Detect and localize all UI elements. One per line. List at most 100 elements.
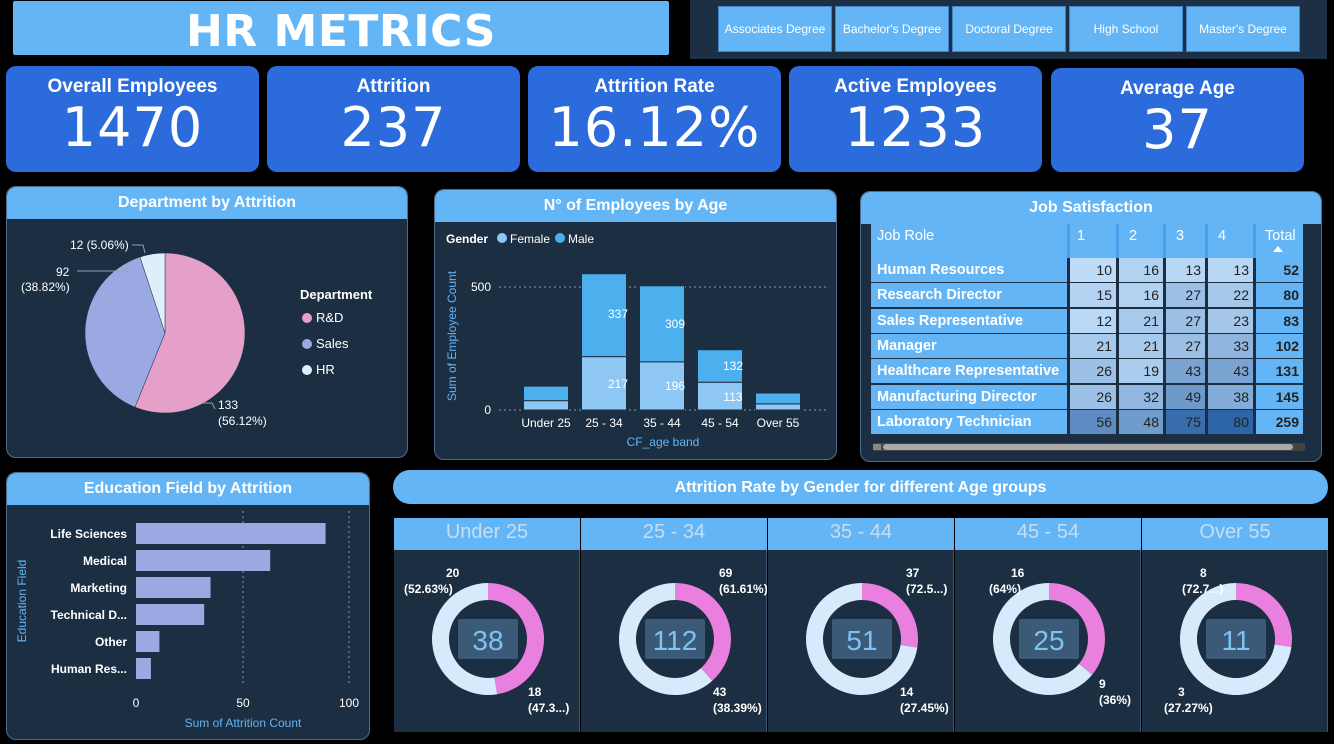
donut-total: 38 bbox=[472, 625, 503, 656]
age-group-donut-panel[interactable]: 51 37 (72.5...) 14 (27.45%) bbox=[768, 550, 954, 732]
cell-job-role: Manager bbox=[871, 333, 1067, 358]
cell-total: 52 bbox=[1256, 258, 1303, 282]
department-attrition-panel[interactable]: Department by Attrition 12 (5.06%) 92 (3… bbox=[6, 186, 408, 458]
donut-label-female-pct: (47.3...) bbox=[528, 701, 569, 715]
slicer-associates-degree[interactable]: Associates Degree bbox=[718, 6, 832, 52]
dashboard-title: HR METRICS bbox=[186, 6, 496, 57]
x-tick-label: 100 bbox=[339, 696, 359, 710]
kpi-attrition: Attrition 237 bbox=[267, 66, 520, 172]
bar-label-45-54-female: 113 bbox=[723, 390, 742, 404]
education-slicer: Associates Degree Bachelor's Degree Doct… bbox=[690, 0, 1327, 59]
bar-label-45-54-male: 132 bbox=[723, 359, 743, 373]
age-group-donut-panel[interactable]: 11 8 (72.7...) 3 (27.27%) bbox=[1142, 550, 1328, 732]
slicer-doctoral-degree[interactable]: Doctoral Degree bbox=[952, 6, 1066, 52]
column-header-total[interactable]: Total bbox=[1265, 224, 1303, 258]
bar-education-field[interactable] bbox=[136, 550, 271, 571]
column-header-1[interactable]: 1 bbox=[1077, 224, 1121, 258]
y-tick-label: Human Res... bbox=[51, 662, 127, 676]
cell-job-role: Human Resources bbox=[871, 258, 1067, 282]
panel-title: Attrition Rate by Gender for different A… bbox=[674, 479, 1047, 496]
y-tick-label: Other bbox=[95, 635, 127, 649]
slicer-masters-degree[interactable]: Master's Degree bbox=[1186, 6, 1300, 52]
table-row[interactable]: Sales Representative 12 21 27 23 83 bbox=[871, 308, 1303, 333]
age-group-header: Under 25 bbox=[394, 518, 580, 550]
slicer-high-school[interactable]: High School bbox=[1069, 6, 1183, 52]
kpi-label: Overall Employees bbox=[47, 76, 218, 97]
legend-swatch-female bbox=[497, 233, 507, 243]
y-tick-label: 500 bbox=[471, 280, 491, 294]
legend-item-rnd: R&D bbox=[316, 310, 343, 325]
donut-label-male-pct: (72.7...) bbox=[1182, 582, 1223, 596]
legend-swatch-hr bbox=[302, 365, 312, 375]
cell-total: 131 bbox=[1256, 359, 1303, 384]
cell-job-role: Manufacturing Director bbox=[871, 384, 1067, 409]
legend-item-sales: Sales bbox=[316, 336, 349, 351]
leader-line bbox=[132, 244, 146, 254]
scrollbar-thumb[interactable] bbox=[883, 444, 1293, 450]
age-group-donut-panel[interactable]: 25 16 (64%) 9 (36%) bbox=[955, 550, 1141, 732]
cell-satisfaction-count: 23 bbox=[1208, 308, 1253, 333]
column-header-3[interactable]: 3 bbox=[1176, 224, 1216, 258]
horizontal-scrollbar[interactable] bbox=[873, 443, 1305, 451]
bar-education-field[interactable] bbox=[136, 604, 205, 625]
table-row[interactable]: Manager 21 21 27 33 102 bbox=[871, 333, 1303, 358]
table-row[interactable]: Research Director 15 16 27 22 80 bbox=[871, 283, 1303, 308]
cell-satisfaction-count: 26 bbox=[1070, 384, 1116, 409]
kpi-label: Active Employees bbox=[834, 76, 997, 97]
column-header-2[interactable]: 2 bbox=[1129, 224, 1173, 258]
column-header-job-role[interactable]: Job Role bbox=[877, 224, 1065, 258]
x-tick-label: 35 - 44 bbox=[643, 416, 681, 430]
cell-satisfaction-count: 75 bbox=[1166, 409, 1205, 434]
age-group-donut-panel[interactable]: 112 69 (61.61%) 43 (38.39%) bbox=[581, 550, 767, 732]
kpi-label: Attrition bbox=[356, 76, 431, 97]
table-row[interactable]: Healthcare Representative 26 19 43 43 131 bbox=[871, 359, 1303, 384]
sort-ascending-icon bbox=[1273, 246, 1283, 252]
bar-label-35-44-female: 196 bbox=[665, 379, 685, 393]
donut-label-female-count: 3 bbox=[1178, 685, 1185, 699]
employees-by-age-panel[interactable]: N° of Employees by Age Gender Female Mal… bbox=[434, 189, 837, 460]
legend-title: Gender bbox=[446, 232, 488, 246]
bar-male[interactable] bbox=[523, 385, 569, 402]
legend-item-female: Female bbox=[510, 232, 550, 246]
cell-satisfaction-count: 43 bbox=[1166, 359, 1205, 384]
x-tick-label: Over 55 bbox=[757, 416, 800, 430]
kpi-value: 237 bbox=[340, 96, 447, 159]
cell-satisfaction-count: 27 bbox=[1166, 283, 1205, 308]
pie-label-sales-pct: (38.82%) bbox=[21, 280, 70, 294]
x-tick-label: 50 bbox=[236, 696, 250, 710]
cell-total: 80 bbox=[1256, 283, 1303, 308]
bar-education-field[interactable] bbox=[136, 577, 211, 598]
legend-item-male: Male bbox=[568, 232, 594, 246]
cell-satisfaction-count: 16 bbox=[1119, 258, 1163, 282]
donut-label-male-pct: (52.63%) bbox=[404, 582, 453, 596]
age-group-header: Over 55 bbox=[1142, 518, 1328, 550]
table-row[interactable]: Human Resources 10 16 13 13 52 bbox=[871, 258, 1303, 282]
age-group-donut-panel[interactable]: 38 20 (52.63%) 18 (47.3...) bbox=[394, 550, 580, 732]
pie-label-rnd-pct: (56.12%) bbox=[218, 414, 267, 428]
education-field-panel[interactable]: Education Field by Attrition Life Scienc… bbox=[6, 472, 370, 740]
bar-education-field[interactable] bbox=[136, 658, 151, 679]
cell-satisfaction-count: 38 bbox=[1208, 384, 1253, 409]
x-tick-label: 0 bbox=[133, 696, 140, 710]
bar-female[interactable] bbox=[523, 400, 569, 411]
cell-satisfaction-count: 32 bbox=[1119, 384, 1163, 409]
pie-label-sales-count: 92 bbox=[56, 265, 70, 279]
donut-label-male-count: 8 bbox=[1200, 566, 1207, 580]
kpi-value: 1470 bbox=[61, 96, 204, 159]
bar-education-field[interactable] bbox=[136, 631, 160, 652]
slicer-bachelors-degree[interactable]: Bachelor's Degree bbox=[835, 6, 949, 52]
leader-line bbox=[203, 402, 216, 410]
table-row[interactable]: Laboratory Technician 56 48 75 80 259 bbox=[871, 409, 1303, 434]
table-row[interactable]: Manufacturing Director 26 32 49 38 145 bbox=[871, 384, 1303, 409]
column-header-4[interactable]: 4 bbox=[1218, 224, 1258, 258]
age-group-header: 25 - 34 bbox=[581, 518, 767, 550]
bar-female[interactable] bbox=[755, 403, 801, 411]
bar-male[interactable] bbox=[755, 392, 801, 405]
donut-label-female-pct: (27.45%) bbox=[900, 701, 949, 715]
cell-satisfaction-count: 21 bbox=[1070, 333, 1116, 358]
bar-education-field[interactable] bbox=[136, 523, 326, 544]
cell-satisfaction-count: 49 bbox=[1166, 384, 1205, 409]
job-satisfaction-panel[interactable]: Job Satisfaction Job Role 1 2 3 4 Total … bbox=[860, 191, 1322, 462]
scroll-left-arrow-icon[interactable] bbox=[873, 444, 881, 450]
y-axis-title: Sum of Employee Count bbox=[445, 270, 459, 401]
